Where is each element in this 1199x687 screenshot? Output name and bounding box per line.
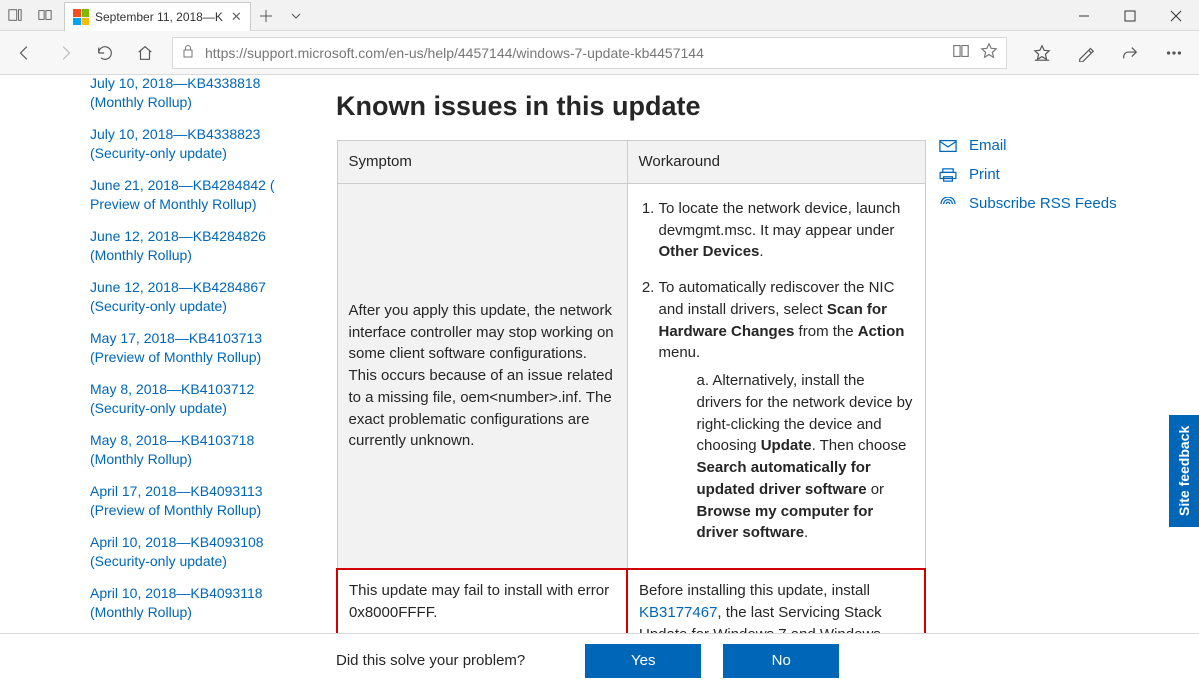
text: Browse my computer for driver software <box>697 503 874 542</box>
print-link[interactable]: Print <box>939 160 1199 189</box>
mail-icon <box>939 139 957 153</box>
feedback-yes-button[interactable]: Yes <box>585 644 701 678</box>
sidebar-link[interactable]: April 10, 2018—KB4093118 (Monthly Rollup… <box>90 581 290 632</box>
text: To locate the network device, launch dev… <box>659 200 901 239</box>
sidebar-link[interactable]: April 10, 2018—KB4093108 (Security-only … <box>90 530 290 581</box>
main-content: Known issues in this update Symptom Work… <box>290 75 939 633</box>
text: . <box>804 524 808 541</box>
sidebar-link[interactable]: May 8, 2018—KB4103718 (Monthly Rollup) <box>90 428 290 479</box>
sidebar-link[interactable]: July 10, 2018—KB4338818 (Monthly Rollup) <box>90 75 290 122</box>
aside-label: Subscribe RSS Feeds <box>969 195 1117 212</box>
browser-tab-active[interactable]: September 11, 2018—K ✕ <box>64 2 251 31</box>
feedback-no-button[interactable]: No <box>723 644 839 678</box>
reading-view-icon[interactable] <box>952 42 970 63</box>
workaround-cell: To locate the network device, launch dev… <box>627 183 925 569</box>
browser-toolbar: https://support.microsoft.com/en-us/help… <box>0 31 1199 75</box>
lock-icon <box>181 44 195 61</box>
sidebar-link[interactable]: June 12, 2018—KB4284867 (Security-only u… <box>90 275 290 326</box>
microsoft-favicon <box>73 9 89 25</box>
text: or <box>867 481 885 498</box>
kb-link[interactable]: KB3177467 <box>639 604 717 621</box>
print-icon <box>939 168 957 182</box>
favorite-star-icon[interactable] <box>980 42 998 63</box>
more-menu-button[interactable] <box>1155 34 1193 72</box>
nav-refresh-button[interactable] <box>86 34 124 72</box>
rss-icon <box>939 197 957 211</box>
text: Action <box>858 323 905 340</box>
window-maximize-button[interactable] <box>1107 0 1153 31</box>
notes-button[interactable] <box>1067 34 1105 72</box>
update-history-sidebar: July 10, 2018—KB4338818 (Monthly Rollup)… <box>90 75 290 633</box>
section-heading: Known issues in this update <box>336 85 909 140</box>
tab-close-button[interactable]: ✕ <box>231 9 242 25</box>
window-titlebar: September 11, 2018—K ✕ <box>0 0 1199 31</box>
table-row: After you apply this update, the network… <box>337 183 925 569</box>
favorites-hub-button[interactable] <box>1023 34 1061 72</box>
feedback-question: Did this solve your problem? <box>336 652 525 669</box>
rss-link[interactable]: Subscribe RSS Feeds <box>939 189 1199 218</box>
text: Search automatically for updated driver … <box>697 459 871 498</box>
window-close-button[interactable] <box>1153 0 1199 31</box>
nav-back-button[interactable] <box>6 34 44 72</box>
aside-label: Email <box>969 137 1007 154</box>
tabs-aside-button[interactable] <box>0 0 30 31</box>
aside-label: Print <box>969 166 1000 183</box>
text: Other Devices <box>659 243 760 260</box>
tab-actions-caret[interactable] <box>281 0 311 31</box>
table-row-highlighted: This update may fail to install with err… <box>337 569 925 633</box>
show-tab-previews-button[interactable] <box>30 0 60 31</box>
sidebar-link[interactable]: July 10, 2018—KB4338823 (Security-only u… <box>90 122 290 173</box>
sidebar-link[interactable]: June 21, 2018—KB4284842 ( Preview of Mon… <box>90 173 290 224</box>
nav-forward-button[interactable] <box>46 34 84 72</box>
sidebar-link[interactable]: May 8, 2018—KB4103712 (Security-only upd… <box>90 377 290 428</box>
share-button[interactable] <box>1111 34 1149 72</box>
new-tab-button[interactable] <box>251 0 281 31</box>
sidebar-link[interactable]: May 17, 2018—KB4103713 (Preview of Month… <box>90 326 290 377</box>
window-minimize-button[interactable] <box>1061 0 1107 31</box>
workaround-cell: Before installing this update, install K… <box>627 569 925 633</box>
nav-home-button[interactable] <box>126 34 164 72</box>
email-link[interactable]: Email <box>939 131 1199 160</box>
text: Before installing this update, install <box>639 582 870 599</box>
page-viewport: July 10, 2018—KB4338818 (Monthly Rollup)… <box>0 75 1199 633</box>
page-actions-aside: Email Print Subscribe RSS Feeds <box>939 75 1199 633</box>
text: from the <box>794 323 857 340</box>
tab-title: September 11, 2018—K <box>95 10 223 24</box>
site-feedback-tab[interactable]: Site feedback <box>1169 415 1199 527</box>
col-workaround: Workaround <box>627 141 925 184</box>
feedback-bar: Did this solve your problem? Yes No <box>0 633 1199 687</box>
address-url: https://support.microsoft.com/en-us/help… <box>205 45 952 61</box>
text: menu. <box>659 344 701 361</box>
col-symptom: Symptom <box>337 141 627 184</box>
address-bar[interactable]: https://support.microsoft.com/en-us/help… <box>172 37 1007 69</box>
known-issues-table: Symptom Workaround After you apply this … <box>336 140 926 633</box>
text: Update <box>761 437 812 454</box>
sidebar-link[interactable]: June 12, 2018—KB4284826 (Monthly Rollup) <box>90 224 290 275</box>
symptom-cell: This update may fail to install with err… <box>337 569 627 633</box>
symptom-cell: After you apply this update, the network… <box>337 183 627 569</box>
text: . Then choose <box>812 437 907 454</box>
sidebar-link[interactable]: April 17, 2018—KB4093113 (Preview of Mon… <box>90 479 290 530</box>
